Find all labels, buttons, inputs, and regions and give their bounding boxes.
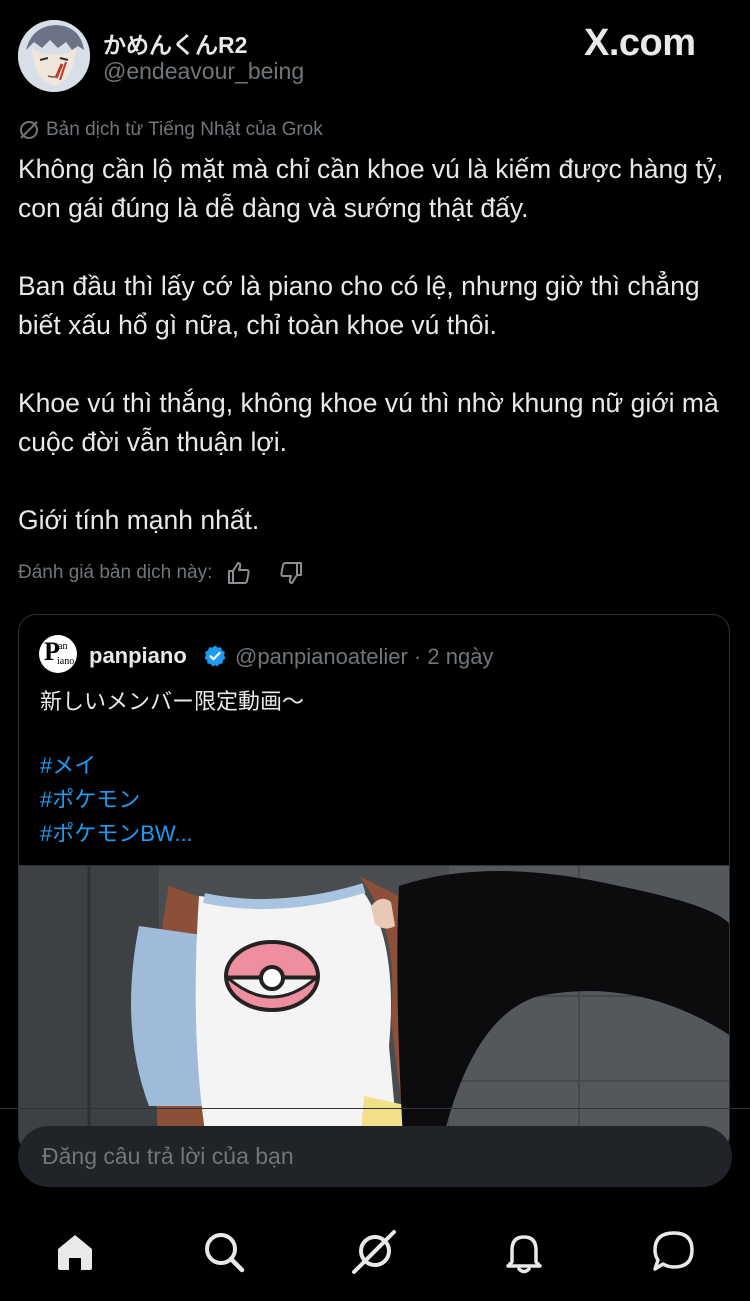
grok-icon: [18, 119, 40, 141]
quote-author-handle[interactable]: @panpianoatelier: [235, 644, 408, 669]
grok-icon[interactable]: [350, 1228, 398, 1276]
quote-author-name[interactable]: panpiano: [89, 643, 187, 669]
messages-icon[interactable]: [650, 1228, 698, 1276]
tweet-paragraph: Giới tính mạnh nhất.: [18, 505, 260, 535]
user-avatar[interactable]: [18, 20, 90, 92]
hashtag-link[interactable]: #ポケモン: [40, 783, 193, 817]
reply-input[interactable]: Đăng câu trả lời của bạn: [18, 1126, 732, 1187]
bottom-nav: [0, 1212, 750, 1292]
quote-avatar-text: an: [58, 641, 68, 652]
quote-avatar[interactable]: P an iano: [39, 635, 77, 673]
thumbs-up-icon[interactable]: [224, 558, 254, 588]
user-handle[interactable]: @endeavour_being: [103, 58, 304, 85]
user-name[interactable]: かめんくんR2: [103, 26, 247, 60]
search-icon[interactable]: [200, 1228, 248, 1276]
thumbs-down-icon[interactable]: [276, 558, 306, 588]
tweet-header: かめんくんR2 @endeavour_being X.com: [0, 0, 750, 110]
hashtag-link[interactable]: #ポケモンBW...: [40, 817, 193, 851]
translation-note-text: Bản dịch từ Tiếng Nhật của Grok: [46, 119, 323, 140]
quote-avatar-text: iano: [57, 656, 75, 667]
rate-translation: Đánh giá bản dịch này:: [18, 558, 306, 588]
hashtag-link[interactable]: #メイ: [40, 749, 193, 783]
quote-timestamp[interactable]: 2 ngày: [427, 644, 493, 669]
quoted-tweet[interactable]: P an iano panpiano @panpianoatelier · 2 …: [18, 614, 730, 1154]
reply-placeholder: Đăng câu trả lời của bạn: [42, 1143, 294, 1169]
tweet-paragraph: Không cần lộ mặt mà chỉ cần khoe vú là k…: [18, 154, 724, 223]
quote-meta: @panpianoatelier · 2 ngày: [235, 644, 493, 670]
tweet-paragraph: Khoe vú thì thắng, không khoe vú thì nhờ…: [18, 388, 719, 457]
quote-media-image[interactable]: [19, 865, 729, 1153]
notifications-icon[interactable]: [500, 1228, 548, 1276]
rate-translation-label: Đánh giá bản dịch này:: [18, 562, 213, 583]
meta-separator: ·: [413, 644, 422, 669]
x-logo: X.com: [584, 22, 696, 64]
translation-note[interactable]: Bản dịch từ Tiếng Nhật của Grok: [18, 117, 323, 143]
bottom-divider: [0, 1108, 750, 1109]
home-icon[interactable]: [51, 1228, 99, 1276]
quote-text: 新しいメンバー限定動画〜: [40, 689, 305, 714]
verified-badge-icon: [203, 644, 227, 668]
tweet-paragraph: Ban đầu thì lấy cớ là piano cho có lệ, n…: [18, 271, 700, 340]
tweet-text: Không cần lộ mặt mà chỉ cần khoe vú là k…: [18, 150, 738, 579]
quote-hashtags: #メイ #ポケモン #ポケモンBW...: [40, 749, 193, 851]
